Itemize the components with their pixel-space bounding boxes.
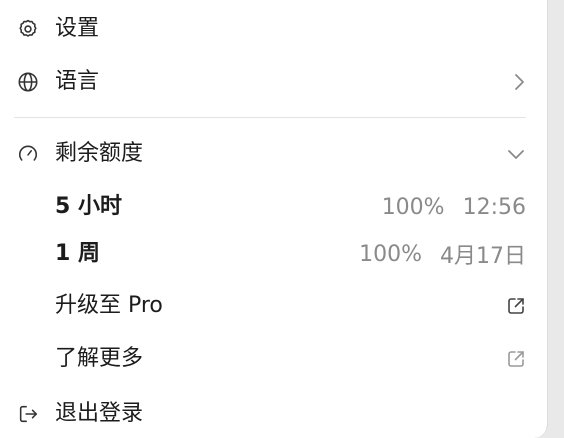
- menu-item-learn-more[interactable]: 了解更多: [0, 339, 548, 379]
- menu-item-label: 设置: [55, 16, 100, 41]
- globe-icon: [16, 70, 40, 94]
- menu-item-language[interactable]: 语言: [0, 62, 548, 102]
- chevron-right-icon: [512, 62, 526, 102]
- quota-label: 5 小时: [55, 194, 122, 219]
- menu-item-label: 语言: [55, 69, 100, 94]
- menu-item-logout[interactable]: 退出登录: [0, 394, 548, 434]
- menu-item-label: 退出登录: [55, 401, 144, 426]
- quota-values: 100% 12:56: [382, 187, 526, 227]
- account-menu: 设置 语言 剩余额度 5 小时 100% 12:56 1 周 100% 4月17…: [0, 0, 548, 438]
- quota-values: 100% 4月17日: [359, 234, 526, 274]
- menu-item-label: 剩余额度: [55, 141, 144, 166]
- quota-percent: 100%: [359, 241, 422, 267]
- chevron-down-icon: [506, 134, 526, 174]
- quota-percent: 100%: [381, 194, 445, 220]
- quota-row-1w: 1 周 100% 4月17日: [0, 234, 548, 274]
- logout-icon: [16, 402, 40, 426]
- menu-divider: [14, 117, 526, 118]
- menu-item-label: 升级至 Pro: [55, 293, 163, 318]
- external-link-icon: [506, 339, 526, 379]
- quota-label: 1 周: [55, 241, 100, 266]
- external-link-icon: [506, 286, 526, 326]
- menu-item-label: 了解更多: [55, 346, 144, 371]
- quota-reset-time: 4月17日: [440, 244, 526, 269]
- quota-row-5h: 5 小时 100% 12:56: [0, 187, 548, 227]
- menu-item-upgrade[interactable]: 升级至 Pro: [0, 286, 548, 326]
- menu-item-quota[interactable]: 剩余额度: [0, 134, 548, 174]
- menu-item-settings[interactable]: 设置: [0, 9, 548, 49]
- gear-icon: [16, 17, 40, 41]
- gauge-icon: [16, 142, 40, 166]
- quota-reset-time: 12:56: [462, 194, 526, 220]
